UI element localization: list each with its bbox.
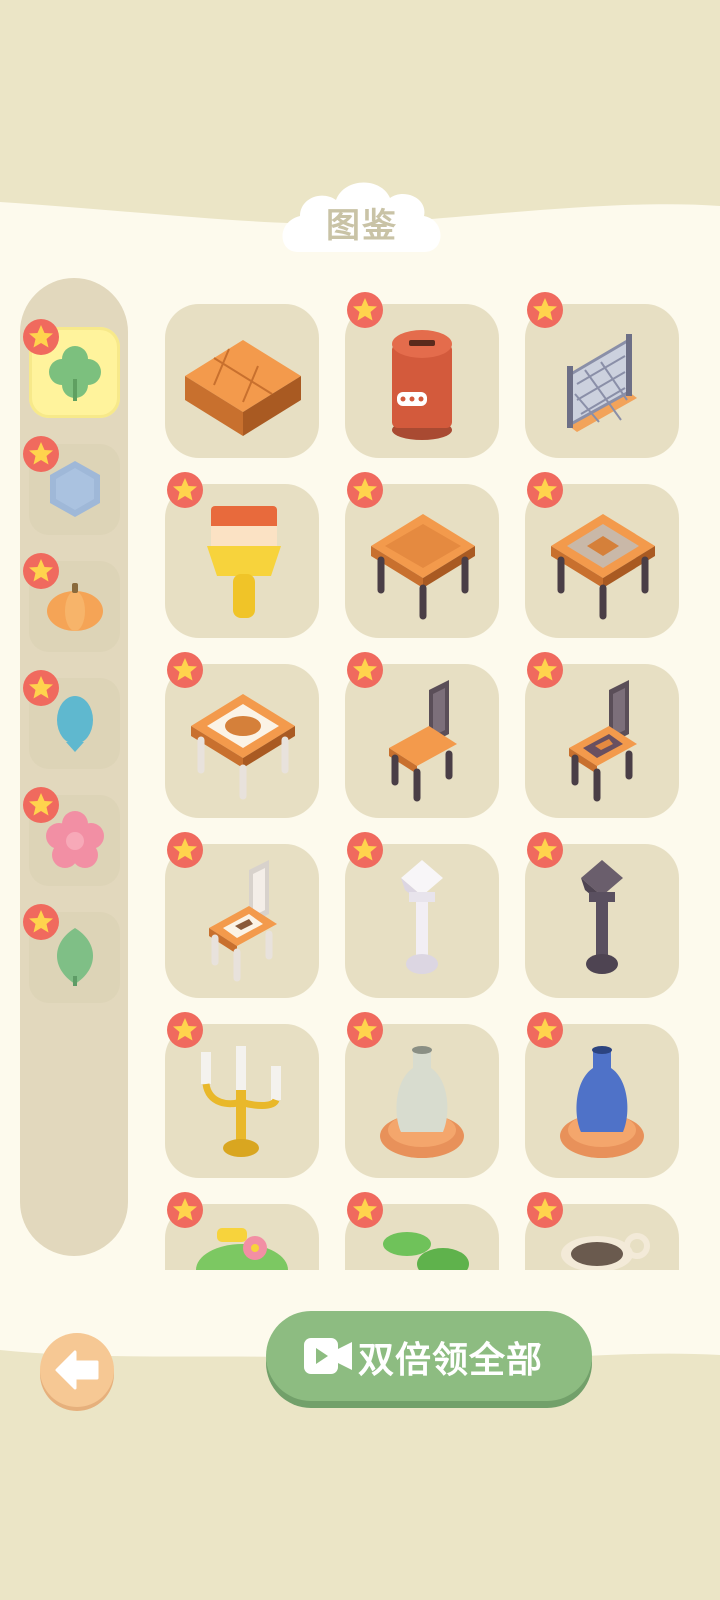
new-star-badge [527, 652, 563, 688]
new-star-badge [167, 652, 203, 688]
video-camera-icon [304, 1338, 352, 1374]
new-star-badge [347, 472, 383, 508]
new-star-badge [527, 472, 563, 508]
item-tile-blue-vase[interactable] [525, 1012, 679, 1178]
new-star-badge [167, 1192, 203, 1228]
new-star-badge [23, 904, 59, 940]
new-star-badge [23, 319, 59, 355]
category-sidebar[interactable] [20, 278, 128, 1256]
item-tile-wooden-chair[interactable] [345, 652, 499, 818]
item-tile-mailbox[interactable] [345, 292, 499, 458]
brick-floor-icon [185, 340, 301, 436]
item-tile-flower-bush[interactable] [165, 1192, 319, 1270]
new-star-badge [167, 472, 203, 508]
category-tab-pumpkin[interactable] [23, 553, 120, 652]
new-star-badge [347, 1192, 383, 1228]
new-star-badge [23, 787, 59, 823]
new-star-badge [527, 1012, 563, 1048]
back-arrow-icon [55, 1350, 99, 1390]
back-button[interactable] [40, 1333, 114, 1407]
item-tile-green-plant[interactable] [345, 1192, 499, 1270]
new-star-badge [527, 832, 563, 868]
item-tile-dark-street-lamp[interactable] [525, 832, 679, 998]
title-cloud: 图鉴 [278, 172, 446, 258]
item-tile-cream-pot[interactable] [525, 1192, 679, 1270]
new-star-badge [167, 1012, 203, 1048]
item-tile-white-street-lamp[interactable] [345, 832, 499, 998]
item-tile-candelabra[interactable] [165, 1012, 319, 1178]
item-tile-lattice-fence[interactable] [525, 292, 679, 458]
item-tile-ornate-white-table[interactable] [165, 652, 319, 818]
category-tab-leaf[interactable] [23, 904, 120, 1003]
item-grid[interactable] [160, 290, 700, 1270]
item-tile-tiled-table[interactable] [525, 472, 679, 638]
category-tab-flower[interactable] [23, 787, 120, 886]
new-star-badge [347, 652, 383, 688]
item-tile-paint-brush[interactable] [165, 472, 319, 638]
double-claim-label: 双倍领全部 [358, 1340, 544, 1381]
item-tile-patterned-chair[interactable] [525, 652, 679, 818]
new-star-badge [527, 1192, 563, 1228]
new-star-badge [23, 670, 59, 706]
new-star-badge [527, 292, 563, 328]
catalog-panel: 图鉴 双倍领全部 [0, 0, 720, 1600]
new-star-badge [23, 553, 59, 589]
category-tab-clover[interactable] [23, 319, 120, 418]
new-star-badge [347, 832, 383, 868]
item-tile-brick-floor[interactable] [165, 304, 319, 458]
double-claim-all-button[interactable]: 双倍领全部 [266, 1311, 592, 1401]
new-star-badge [347, 1012, 383, 1048]
new-star-badge [23, 436, 59, 472]
page-title: 图鉴 [326, 206, 398, 246]
item-tile-white-chair[interactable] [165, 832, 319, 998]
new-star-badge [167, 832, 203, 868]
item-tile-white-vase[interactable] [345, 1012, 499, 1178]
new-star-badge [347, 292, 383, 328]
item-tile-wooden-table[interactable] [345, 472, 499, 638]
category-tab-egg[interactable] [23, 670, 120, 769]
category-tab-hexagon[interactable] [23, 436, 120, 535]
